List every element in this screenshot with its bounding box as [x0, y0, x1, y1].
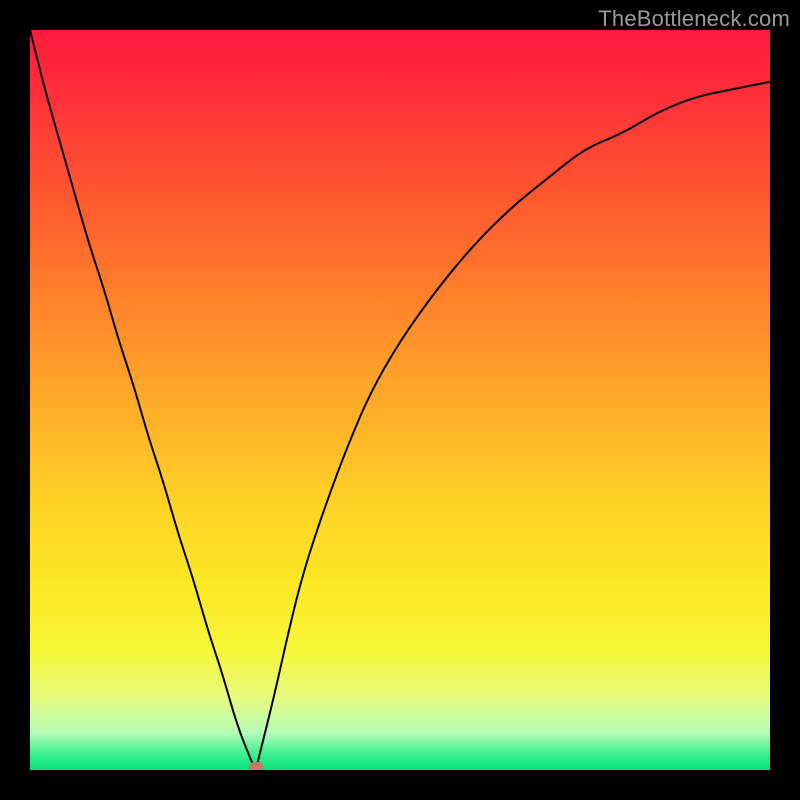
chart-stage: TheBottleneck.com — [0, 0, 800, 800]
min-point-marker — [249, 762, 263, 770]
plot-area — [30, 30, 770, 770]
bottleneck-curve — [30, 30, 770, 768]
watermark-text: TheBottleneck.com — [598, 6, 790, 32]
curve-svg — [30, 30, 770, 770]
